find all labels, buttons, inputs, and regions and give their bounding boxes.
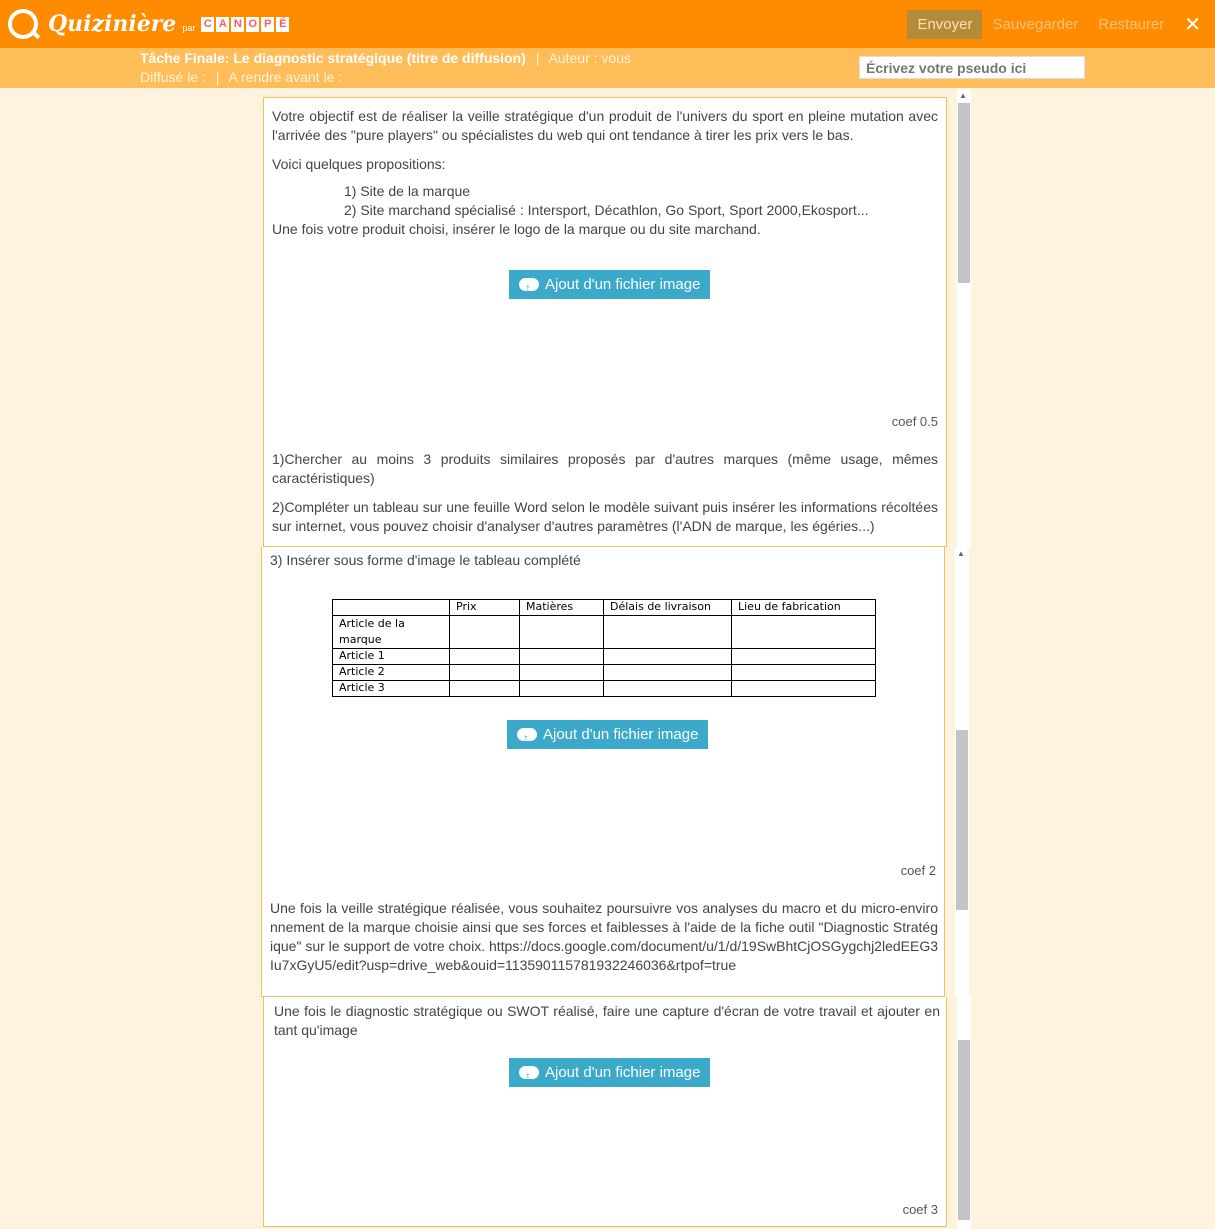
upload-label: Ajout d'un fichier image: [545, 1064, 701, 1081]
scrollbar-thumb[interactable]: [958, 103, 970, 283]
canope-letter: P: [261, 16, 275, 32]
table-cell: [731, 615, 876, 649]
swot-text: Une fois le diagnostic stratégique ou SW…: [274, 1003, 940, 1038]
canope-letter: É: [276, 16, 290, 32]
separator: |: [535, 50, 540, 66]
table-header: Matières: [519, 599, 604, 616]
canope-letter: A: [216, 16, 230, 32]
scrollbar-2[interactable]: ▲: [955, 547, 969, 997]
upload-image-button[interactable]: Ajout d'un fichier image: [509, 270, 711, 303]
task-due-date: A rendre avant le :: [228, 69, 343, 85]
question-1-text: 1)Chercher au moins 3 produits similaire…: [272, 451, 938, 486]
coef-label: coef 3: [902, 1202, 938, 1217]
table-cell: [519, 615, 604, 649]
table-header: Délais de livraison: [603, 599, 732, 616]
question-panel-2: 3) Insérer sous forme d'image le tableau…: [261, 547, 945, 997]
task-diffuse-date: Diffusé le :: [140, 69, 206, 85]
logo-text: Quizinière: [48, 11, 177, 37]
table-cell: [731, 680, 876, 697]
table-header: [332, 599, 450, 616]
question-3-text: 3) Insérer sous forme d'image le tableau…: [270, 552, 581, 568]
table-cell: [603, 664, 732, 681]
separator: |: [215, 69, 220, 85]
scroll-up-icon[interactable]: ▲: [957, 549, 965, 558]
table-header: Lieu de fabrication: [731, 599, 876, 616]
table-header: Prix: [449, 599, 520, 616]
restaurer-button[interactable]: Restaurer: [1098, 16, 1164, 33]
table-cell: [449, 615, 520, 649]
task-title: Tâche Finale: Le diagnostic stratégique …: [140, 50, 526, 66]
table-row-label: Article de la marque: [332, 615, 450, 649]
task-line-1: Tâche Finale: Le diagnostic stratégique …: [140, 50, 631, 66]
table-row-label: Article 3: [332, 680, 450, 697]
scroll-up-icon[interactable]: ▲: [959, 91, 967, 100]
table-cell: [603, 615, 732, 649]
model-table: Prix Matières Délais de livraison Lieu d…: [332, 599, 876, 697]
upload-image-button[interactable]: Ajout d'un fichier image: [507, 720, 709, 753]
upload-label: Ajout d'un fichier image: [545, 276, 701, 293]
pseudo-input[interactable]: [859, 56, 1085, 79]
logo-par: par: [182, 23, 196, 33]
proposition-1: 1) Site de la marque: [344, 183, 471, 199]
intro-text: Votre objectif est de réaliser la veille…: [272, 108, 938, 143]
question-2-text: 2)Compléter un tableau sur une feuille W…: [272, 499, 938, 534]
task-line-2: Diffusé le : | A rendre avant le :: [140, 69, 342, 85]
quiziniere-logo[interactable]: Quizinière par C A N O P É: [8, 8, 290, 40]
scrollbar-3[interactable]: [957, 997, 971, 1229]
proposition-2: 2) Site marchand spécialisé : Intersport…: [344, 202, 869, 218]
cloud-upload-icon: [519, 274, 539, 303]
scrollbar-thumb[interactable]: [956, 730, 968, 910]
table-cell: [519, 664, 604, 681]
q-logo-icon: [8, 9, 38, 39]
table-cell: [603, 680, 732, 697]
table-cell: [603, 648, 732, 665]
coef-label: coef 0.5: [891, 414, 938, 429]
table-cell: [731, 664, 876, 681]
close-icon[interactable]: ✕: [1184, 12, 1201, 37]
canope-letter: O: [246, 16, 260, 32]
top-actions: Envoyer Sauvegarder Restaurer ✕: [907, 0, 1215, 48]
diagnostic-text: Une fois la veille stratégique réalisée,…: [270, 900, 939, 973]
upload-image-button[interactable]: Ajout d'un fichier image: [509, 1058, 711, 1091]
table-cell: [449, 648, 520, 665]
table-cell: [519, 680, 604, 697]
canope-letter: N: [231, 16, 245, 32]
canope-logo: C A N O P É: [201, 16, 290, 32]
top-bar: Quizinière par C A N O P É Envoyer Sauve…: [0, 0, 1215, 48]
cloud-upload-icon: [517, 724, 537, 753]
table-cell: [449, 664, 520, 681]
table-cell: [731, 648, 876, 665]
canope-letter: C: [201, 16, 215, 32]
table-cell: [519, 648, 604, 665]
sauvegarder-button[interactable]: Sauvegarder: [992, 16, 1078, 33]
cloud-upload-icon: [519, 1062, 539, 1091]
upload-label: Ajout d'un fichier image: [543, 726, 699, 743]
task-author: Auteur : vous: [548, 50, 631, 66]
scrollbar-1[interactable]: ▲: [957, 89, 971, 547]
scrollbar-thumb[interactable]: [958, 1040, 970, 1220]
coef-label: coef 2: [900, 863, 936, 878]
choose-text: Une fois votre produit choisi, insérer l…: [272, 221, 761, 237]
propositions-label: Voici quelques propositions:: [272, 156, 446, 172]
table-cell: [449, 680, 520, 697]
question-panel-1: Votre objectif est de réaliser la veille…: [263, 97, 947, 547]
envoyer-button[interactable]: Envoyer: [907, 9, 983, 39]
question-panel-3: Une fois le diagnostic stratégique ou SW…: [263, 997, 947, 1227]
table-row-label: Article 1: [332, 648, 450, 665]
task-info-bar: Tâche Finale: Le diagnostic stratégique …: [0, 48, 1215, 88]
table-row-label: Article 2: [332, 664, 450, 681]
